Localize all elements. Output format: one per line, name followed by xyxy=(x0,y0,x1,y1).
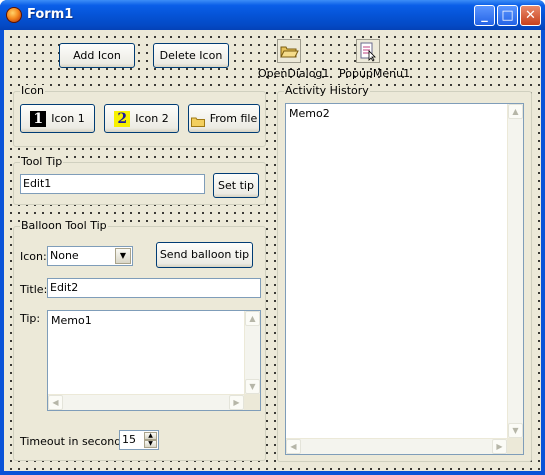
minimize-button[interactable]: _ xyxy=(474,5,495,26)
window-title: Form1 xyxy=(27,7,74,22)
scroll-corner xyxy=(244,394,260,410)
icon2-button[interactable]: 2 Icon 2 xyxy=(104,104,179,133)
activity-history-title: Activity History xyxy=(284,84,370,97)
scroll-arrow-icon[interactable]: ▲ xyxy=(508,104,523,119)
scroll-arrow-icon[interactable]: ▲ xyxy=(245,311,260,326)
minimize-icon: _ xyxy=(481,8,488,23)
balloon-icon-selected-value: None xyxy=(50,249,79,262)
popup-menu-caption: PopupMenu1 xyxy=(339,67,411,80)
maximize-button[interactable]: □ xyxy=(497,5,518,26)
icon1-label: Icon 1 xyxy=(51,111,85,125)
balloon-group-title: Balloon Tool Tip xyxy=(20,219,108,232)
activity-history-memo[interactable]: Memo2 ▲ ▼ ◀ ▶ xyxy=(285,103,524,455)
send-balloon-tip-label: Send balloon tip xyxy=(159,248,250,261)
scroll-arrow-icon[interactable]: ▶ xyxy=(229,395,244,410)
close-icon: ✕ xyxy=(525,8,536,23)
delete-icon-button[interactable]: Delete Icon xyxy=(153,43,229,68)
timeout-value: 15 xyxy=(122,433,136,446)
open-dialog-caption: OpenDialog1 xyxy=(258,67,330,80)
icon-group-title: Icon xyxy=(20,84,45,97)
from-file-label: From file xyxy=(209,111,258,125)
dropdown-arrow-icon[interactable]: ▼ xyxy=(115,248,131,264)
set-tip-button[interactable]: Set tip xyxy=(213,173,259,198)
add-icon-label: Add Icon xyxy=(73,48,121,62)
balloon-tip-label: Tip: xyxy=(20,312,41,325)
number-two-icon: 2 xyxy=(114,110,131,127)
history-horizontal-scrollbar[interactable]: ◀ ▶ xyxy=(286,438,507,454)
icon1-button[interactable]: 1 Icon 1 xyxy=(20,104,95,133)
popup-menu-icon[interactable] xyxy=(356,39,380,63)
app-icon[interactable] xyxy=(6,7,22,23)
timeout-label: Timeout in seconds: xyxy=(20,435,131,448)
tooltip-group: Tool Tip Edit1 Set tip xyxy=(13,156,266,205)
balloon-tip-memo[interactable]: Memo1 ▲ ▼ ◀ ▶ xyxy=(47,310,261,411)
balloon-icon-select[interactable]: None ▼ xyxy=(47,246,133,266)
scroll-corner xyxy=(507,438,523,454)
title-bar[interactable]: Form1 _ □ ✕ xyxy=(0,0,545,30)
icon2-label: Icon 2 xyxy=(135,111,169,125)
balloon-icon-label: Icon: xyxy=(20,250,47,263)
balloon-title-input[interactable]: Edit2 xyxy=(47,278,261,298)
scroll-arrow-icon[interactable]: ▼ xyxy=(508,423,523,438)
icon-group: Icon 1 Icon 1 2 Icon 2 From file xyxy=(13,85,266,147)
tip-memo-vertical-scrollbar[interactable]: ▲ ▼ xyxy=(244,311,260,394)
tooltip-group-title: Tool Tip xyxy=(20,155,64,168)
tip-memo-horizontal-scrollbar[interactable]: ◀ ▶ xyxy=(48,394,244,410)
balloon-title-label: Title: xyxy=(20,283,48,296)
folder-icon xyxy=(190,113,205,127)
tooltip-text-input[interactable]: Edit1 xyxy=(20,174,205,194)
scroll-arrow-icon[interactable]: ▶ xyxy=(492,439,507,454)
send-balloon-tip-button[interactable]: Send balloon tip xyxy=(156,242,253,268)
application-window: Form1 _ □ ✕ Add Icon Delete Icon OpenDia… xyxy=(0,0,545,475)
close-button[interactable]: ✕ xyxy=(520,5,541,26)
add-icon-button[interactable]: Add Icon xyxy=(59,43,135,68)
spin-up-icon[interactable]: ▲ xyxy=(144,432,157,440)
scroll-arrow-icon[interactable]: ◀ xyxy=(286,439,301,454)
form-client-area: Add Icon Delete Icon OpenDialog1 PopupMe xyxy=(4,30,541,471)
balloon-tip-memo-text: Memo1 xyxy=(51,314,92,327)
spin-down-icon[interactable]: ▼ xyxy=(144,440,157,448)
timeout-spin-edit[interactable]: 15 ▲ ▼ xyxy=(119,430,159,450)
number-one-icon: 1 xyxy=(30,110,47,127)
open-folder-icon[interactable] xyxy=(277,39,301,63)
from-file-button[interactable]: From file xyxy=(188,104,260,133)
set-tip-label: Set tip xyxy=(218,178,254,192)
delete-icon-label: Delete Icon xyxy=(159,48,223,62)
scroll-arrow-icon[interactable]: ▼ xyxy=(245,379,260,394)
balloon-group: Balloon Tool Tip Icon: None ▼ Send ballo… xyxy=(13,220,266,461)
activity-history-memo-text: Memo2 xyxy=(289,107,330,120)
scroll-arrow-icon[interactable]: ◀ xyxy=(48,395,63,410)
activity-history-group: Activity History Memo2 ▲ ▼ ◀ ▶ xyxy=(277,85,532,462)
history-vertical-scrollbar[interactable]: ▲ ▼ xyxy=(507,104,523,438)
maximize-icon: □ xyxy=(501,8,514,23)
